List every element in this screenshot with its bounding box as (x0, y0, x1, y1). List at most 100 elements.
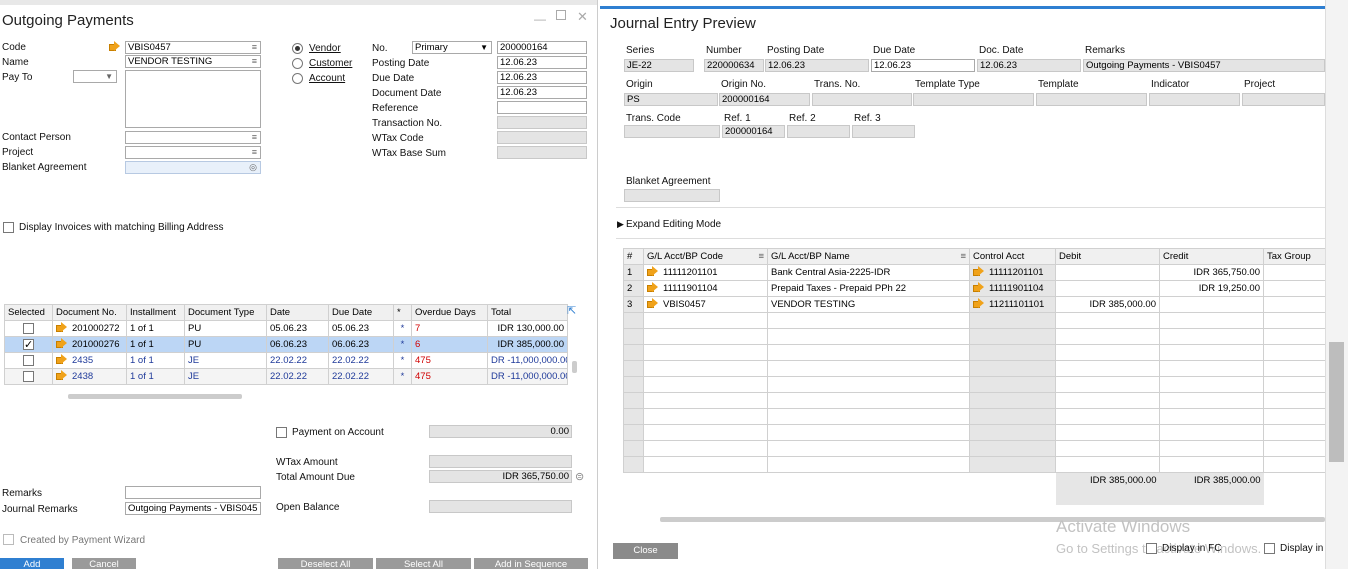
name-field[interactable]: VENDOR TESTING ≡ (125, 55, 261, 68)
horizontal-scrollbar[interactable] (68, 394, 242, 399)
empty-row[interactable] (623, 456, 1325, 473)
coins-icon[interactable]: ⊜ (575, 470, 584, 483)
empty-row[interactable] (623, 312, 1325, 329)
payment-on-account-checkbox[interactable] (276, 427, 287, 438)
list-icon[interactable]: ≡ (960, 251, 966, 262)
payto-address[interactable] (125, 70, 261, 128)
empty-row[interactable] (623, 424, 1325, 441)
link-arrow-icon[interactable] (56, 354, 68, 364)
document-no-cell[interactable]: 201000272 (52, 320, 127, 337)
column-header[interactable]: Document Type (184, 304, 267, 321)
vendor-radio[interactable] (292, 43, 303, 54)
series-select[interactable]: Primary ▼ (412, 41, 492, 54)
due-date-field[interactable]: 12.06.23 (497, 71, 587, 84)
horizontal-scrollbar[interactable] (660, 517, 1325, 522)
project-field[interactable]: ≡ (125, 146, 261, 159)
column-header[interactable]: Installment (126, 304, 185, 321)
add-in-sequence-button[interactable]: Add in Sequence (474, 558, 588, 569)
expand-editing-label[interactable]: Expand Editing Mode (626, 219, 721, 230)
column-header[interactable]: Selected (4, 304, 53, 321)
column-header[interactable]: G/L Acct/BP Code ≡ (643, 248, 768, 265)
display-invoices-checkbox[interactable] (3, 222, 14, 233)
table-row[interactable]: 3 VBIS0457 VENDOR TESTING 11211101101 IDR 38… (623, 296, 1325, 313)
column-header[interactable]: Document No. (52, 304, 127, 321)
cancel-button[interactable]: Cancel (72, 558, 136, 569)
column-header[interactable]: Credit (1159, 248, 1264, 265)
column-header[interactable]: G/L Acct/BP Name ≡ (767, 248, 970, 265)
empty-row[interactable] (623, 344, 1325, 361)
empty-row[interactable] (623, 360, 1325, 377)
code-field[interactable]: VBIS0457 ≡ (125, 41, 261, 54)
maximize-icon[interactable] (556, 10, 566, 20)
document-date-field[interactable]: 12.06.23 (497, 86, 587, 99)
select-cell[interactable] (4, 368, 53, 385)
account-radio[interactable] (292, 73, 303, 84)
remarks-field[interactable] (125, 486, 261, 499)
close-icon[interactable]: ✕ (577, 9, 588, 25)
column-header[interactable]: * (393, 304, 412, 321)
row-select-checkbox[interactable] (23, 370, 34, 382)
journal-remarks-field[interactable]: Outgoing Payments - VBIS045 (125, 502, 261, 515)
document-no-cell[interactable]: 2435 (52, 352, 127, 369)
empty-row[interactable] (623, 376, 1325, 393)
select-cell[interactable] (4, 320, 53, 337)
expand-icon[interactable]: ⇱ (567, 304, 579, 317)
vertical-scrollbar[interactable] (572, 361, 577, 373)
select-cell[interactable] (4, 352, 53, 369)
link-arrow-icon[interactable] (973, 266, 985, 276)
link-arrow-icon[interactable] (56, 370, 68, 380)
empty-row[interactable] (623, 408, 1325, 425)
empty-row[interactable] (623, 440, 1325, 457)
link-arrow-icon[interactable] (973, 282, 985, 292)
column-header[interactable]: Debit (1055, 248, 1160, 265)
link-arrow-icon[interactable] (109, 41, 121, 51)
column-header[interactable]: Total (487, 304, 568, 321)
document-no-cell[interactable]: 201000276 (52, 336, 127, 353)
contact-field[interactable]: ≡ (125, 131, 261, 144)
table-row[interactable]: 2435 1 of 1 JE 22.02.22 22.02.22 * 475 DR -11,0… (4, 352, 568, 369)
link-arrow-icon[interactable] (647, 282, 659, 292)
expand-caret-icon[interactable]: ▶ (617, 219, 624, 230)
tax-cell (1263, 344, 1325, 361)
empty-row[interactable] (623, 392, 1325, 409)
minimize-icon[interactable]: — (534, 12, 546, 26)
table-row[interactable]: 2010002761 of 1PU06.06.2306.06.23*6IDR 3… (4, 336, 568, 353)
posting-date-field[interactable]: 12.06.23 (497, 56, 587, 69)
vertical-scroll-track[interactable] (1325, 0, 1348, 569)
column-header[interactable]: # (623, 248, 644, 265)
column-header[interactable]: Control Acct (969, 248, 1056, 265)
payto-select[interactable]: ▼ (73, 70, 117, 83)
customer-radio[interactable] (292, 58, 303, 69)
blanket-field[interactable]: ◎ (125, 161, 261, 174)
table-row[interactable]: 1 11111201101 Bank Central Asia-2225-IDR 11… (623, 264, 1325, 281)
list-icon[interactable]: ≡ (758, 251, 764, 262)
column-header[interactable]: Overdue Days (411, 304, 488, 321)
link-arrow-icon[interactable] (56, 322, 68, 332)
add-button[interactable]: Add (0, 558, 64, 569)
column-header[interactable]: Tax Group (1263, 248, 1325, 265)
due-date-field[interactable]: 12.06.23 (871, 59, 975, 72)
select-all-button[interactable]: Select All (376, 558, 471, 569)
link-arrow-icon[interactable] (973, 298, 985, 308)
column-header[interactable]: Due Date (328, 304, 394, 321)
document-no-cell[interactable]: 2438 (52, 368, 127, 385)
row-select-checkbox[interactable] (23, 322, 34, 334)
deselect-all-button[interactable]: Deselect All (278, 558, 373, 569)
docnum-field[interactable]: 200000164 (497, 41, 587, 54)
display-in-checkbox[interactable] (1264, 543, 1275, 554)
vertical-scroll-thumb[interactable] (1329, 342, 1344, 462)
empty-row[interactable] (623, 328, 1325, 345)
table-row[interactable]: 201000272 1 of 1 PU 05.06.23 05.06.23 * 7 IDR 1… (4, 320, 568, 337)
column-header[interactable]: Date (266, 304, 329, 321)
reference-field[interactable] (497, 101, 587, 114)
table-row[interactable]: 2 11111901104 Prepaid Taxes - Prepaid PPh … (623, 280, 1325, 297)
display-in-fc-checkbox[interactable] (1146, 543, 1157, 554)
table-row[interactable]: 2438 1 of 1 JE 22.02.22 22.02.22 * 475 DR -11,0… (4, 368, 568, 385)
select-cell[interactable] (4, 336, 53, 353)
link-arrow-icon[interactable] (56, 338, 68, 348)
row-select-checkbox[interactable] (23, 338, 34, 351)
close-button[interactable]: Close (613, 543, 678, 559)
row-select-checkbox[interactable] (23, 354, 34, 366)
link-arrow-icon[interactable] (647, 298, 659, 308)
link-arrow-icon[interactable] (647, 266, 659, 276)
